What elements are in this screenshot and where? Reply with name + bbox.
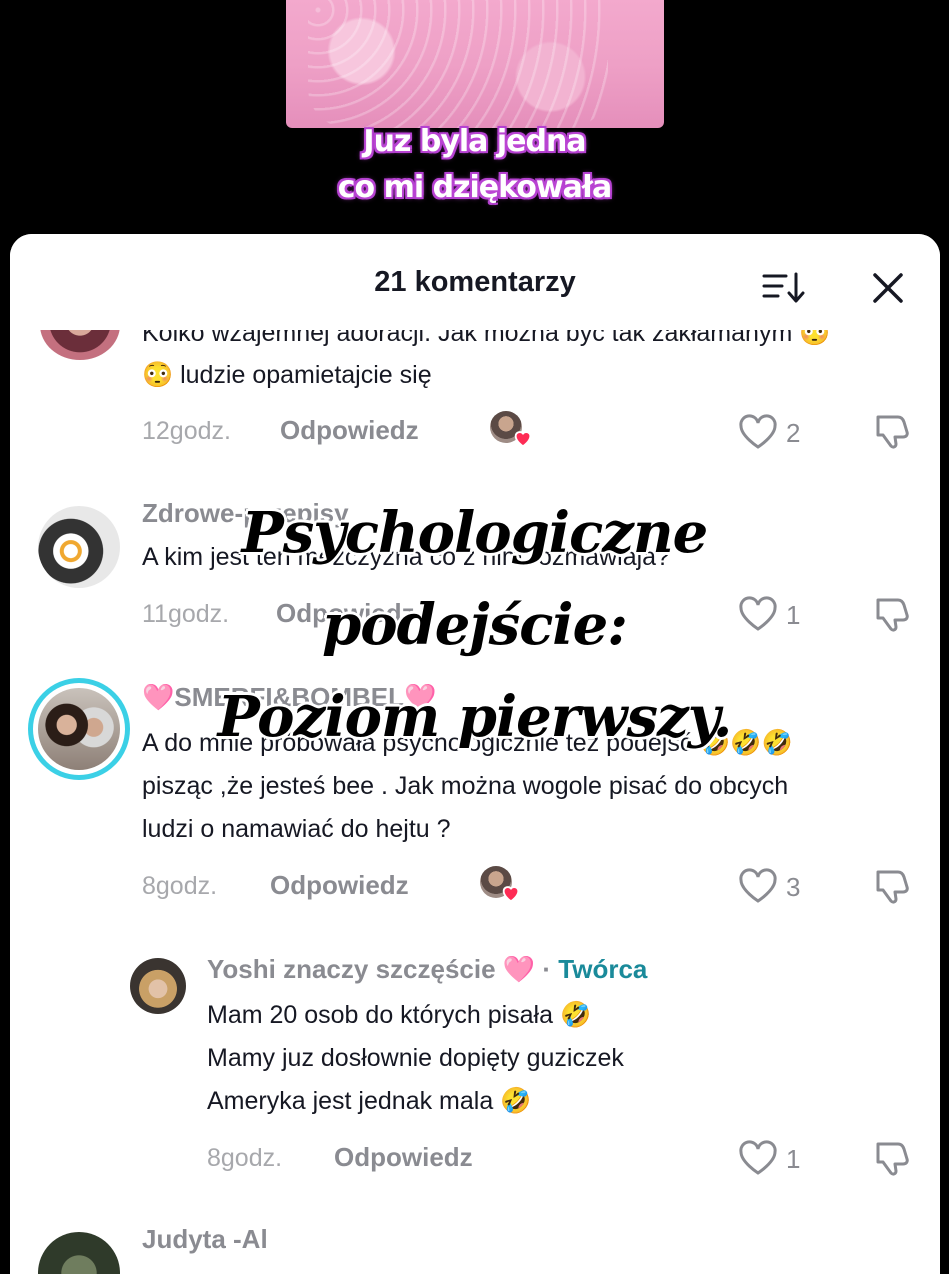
dislike-icon[interactable] bbox=[870, 866, 910, 906]
reply-username[interactable]: Yoshi znaczy szczęście 🩷 bbox=[207, 954, 535, 984]
reply-button[interactable]: Odpowiedz bbox=[280, 415, 419, 446]
avatar[interactable] bbox=[38, 1232, 120, 1274]
comment-text: Ameryka jest jednak mala 🤣 bbox=[207, 1087, 532, 1115]
comments-list[interactable]: Kolko wzajemnej adoracji. Jak można być … bbox=[10, 234, 940, 1274]
overlay-text-line3: Poziom pierwszy. bbox=[217, 684, 733, 750]
creator-badge: Twórca bbox=[558, 954, 648, 984]
heart-icon[interactable] bbox=[738, 868, 778, 904]
heart-badge-icon bbox=[514, 431, 532, 448]
comment-text: 😳 ludzie opamietajcie się bbox=[142, 361, 432, 389]
dislike-icon[interactable] bbox=[870, 1138, 910, 1178]
comments-header: 21 komentarzy bbox=[10, 234, 940, 330]
overlay-text-line1: Psychologiczne bbox=[241, 500, 709, 566]
like-count: 1 bbox=[786, 1144, 801, 1174]
heart-badge-icon bbox=[502, 886, 520, 903]
badge-separator: · bbox=[535, 954, 559, 984]
heart-icon[interactable] bbox=[738, 414, 778, 450]
video-frame bbox=[286, 0, 664, 128]
comment-text: pisząc ,że jesteś bee . Jak można wogole… bbox=[142, 772, 789, 800]
like-count: 2 bbox=[786, 418, 801, 448]
comment-username[interactable]: Judyta -Al bbox=[142, 1224, 268, 1255]
video-caption-line1: Juz byla jedna bbox=[363, 124, 586, 159]
overlay-text-line2: podejście: bbox=[322, 592, 628, 658]
video-area[interactable]: Juz byla jedna co mi dziękowała bbox=[0, 0, 949, 240]
close-icon[interactable] bbox=[868, 268, 908, 308]
sort-icon[interactable] bbox=[762, 270, 806, 306]
comment-text: Mamy juz dosłownie dopięty guziczek bbox=[207, 1044, 624, 1072]
heart-icon[interactable] bbox=[738, 1140, 778, 1176]
comment-time: 8godz. bbox=[142, 872, 218, 900]
avatar[interactable] bbox=[130, 958, 186, 1014]
like-count: 3 bbox=[786, 872, 801, 902]
comment-text: Mam 20 osob do których pisała 🤣 bbox=[207, 1001, 592, 1029]
comment-time: 8godz. bbox=[207, 1144, 283, 1172]
comments-panel: Kolko wzajemnej adoracji. Jak można być … bbox=[10, 234, 940, 1274]
video-caption-line2: co mi dziękowała bbox=[337, 170, 612, 205]
reply-button[interactable]: Odpowiedz bbox=[270, 870, 409, 901]
comment-text: ludzi o namawiać do hejtu ? bbox=[142, 815, 451, 843]
reply-button[interactable]: Odpowiedz bbox=[334, 1142, 473, 1173]
dislike-icon[interactable] bbox=[870, 411, 910, 451]
comment-username[interactable]: Yoshi znaczy szczęście 🩷 · Twórca bbox=[207, 954, 647, 985]
comment-time: 12godz. bbox=[142, 417, 231, 445]
